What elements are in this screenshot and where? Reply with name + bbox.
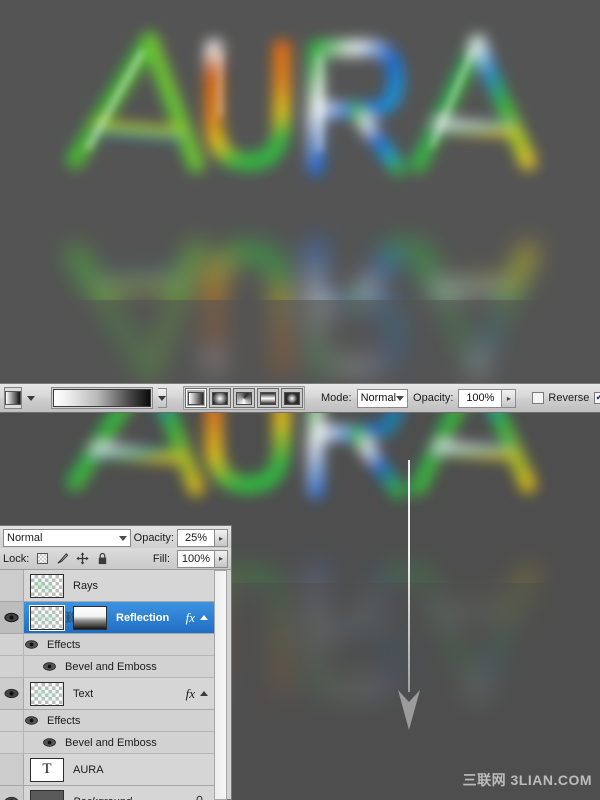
- collapse-effects-chevron-text[interactable]: [200, 691, 208, 696]
- layer-opacity-label: Opacity:: [133, 532, 174, 544]
- radial-gradient-button[interactable]: [209, 388, 231, 408]
- gradient-preview-swatch[interactable]: [53, 389, 151, 407]
- layer-blend-mode-select[interactable]: Normal: [3, 529, 131, 547]
- reverse-checkbox-item[interactable]: Reverse: [532, 392, 589, 404]
- effect-label-bevel-text: Bevel and Emboss: [65, 736, 157, 749]
- layer-thumbnail-rays[interactable]: [30, 573, 64, 598]
- opacity-input[interactable]: 100%: [458, 388, 503, 408]
- effect-row-bevel-reflection[interactable]: Bevel and Emboss: [0, 656, 214, 678]
- visibility-toggle-rays[interactable]: [0, 570, 24, 601]
- reverse-label: Reverse: [548, 392, 590, 404]
- gradient-drag-line: [408, 460, 410, 692]
- effect-row-bevel-text[interactable]: Bevel and Emboss: [0, 732, 214, 754]
- reflected-gradient-button[interactable]: [257, 388, 279, 408]
- layer-name-aura: AURA: [73, 763, 104, 776]
- layer-row-aura[interactable]: T AURA: [0, 754, 214, 786]
- layer-row-text[interactable]: Text fx: [0, 678, 214, 710]
- eye-icon[interactable]: [24, 715, 39, 726]
- lock-all-padlock-icon[interactable]: [96, 552, 109, 565]
- tool-preset-chevron-down-icon[interactable]: [27, 395, 35, 401]
- diamond-gradient-button[interactable]: [281, 388, 303, 408]
- layers-panel-lock-row[interactable]: Lock: Fill: 100% ▸: [0, 548, 231, 570]
- layer-name-reflection: Reflection: [116, 611, 170, 624]
- watermark: 三联网 3LIAN.COM: [462, 772, 592, 788]
- lock-image-pixels-brush-icon[interactable]: [56, 552, 69, 565]
- layer-fill-chevron-icon[interactable]: ▸: [215, 549, 228, 568]
- layer-blend-mode-value: Normal: [7, 532, 43, 544]
- eye-icon[interactable]: [42, 661, 57, 672]
- fx-badge-reflection[interactable]: fx: [186, 610, 195, 626]
- reverse-checkbox[interactable]: [532, 392, 545, 404]
- linear-gradient-button[interactable]: [185, 388, 207, 408]
- layer-row-rays[interactable]: Rays: [0, 570, 214, 602]
- layer-thumbnail-aura-type[interactable]: T: [30, 757, 64, 782]
- layer-name-rays: Rays: [73, 579, 99, 592]
- opacity-slider-chevron-icon[interactable]: ▸: [502, 388, 517, 408]
- layer-name-text: Text: [73, 687, 94, 700]
- eye-icon: [4, 796, 19, 800]
- opacity-label: Opacity:: [413, 392, 454, 404]
- layer-fill-input[interactable]: 100%: [177, 549, 215, 568]
- fill-label: Fill:: [152, 552, 170, 565]
- layer-name-background: Background: [73, 796, 192, 800]
- layer-thumbnail-reflection[interactable]: [29, 604, 65, 631]
- eye-icon[interactable]: [24, 639, 39, 650]
- gradient-preview-picker[interactable]: [51, 387, 153, 409]
- lock-label: Lock:: [3, 552, 30, 565]
- gradient-type-group[interactable]: [183, 386, 305, 410]
- layer-thumbnail-background[interactable]: [30, 789, 64, 800]
- effects-row-text[interactable]: Effects: [0, 710, 214, 732]
- gradient-tool-preset-icon[interactable]: [4, 387, 22, 409]
- chevron-down-icon: [396, 395, 405, 401]
- eye-icon: [4, 612, 19, 623]
- canvas-top-artwork[interactable]: [0, 0, 600, 383]
- type-layer-t-icon: T: [42, 761, 52, 777]
- chevron-down-icon: [118, 535, 127, 541]
- visibility-toggle-background[interactable]: [0, 786, 24, 800]
- visibility-toggle-reflection[interactable]: [0, 602, 24, 633]
- mode-label: Mode:: [321, 392, 352, 404]
- blend-mode-value: Normal: [360, 392, 397, 404]
- layer-locked-padlock-icon: [192, 795, 206, 800]
- layers-panel-scrollbar[interactable]: [214, 570, 227, 800]
- lock-transparent-pixels-icon[interactable]: [36, 552, 49, 565]
- aura-artwork-top: [0, 31, 600, 383]
- fx-badge-text[interactable]: fx: [186, 686, 195, 702]
- visibility-toggle-aura[interactable]: [0, 754, 24, 785]
- gradient-tool-options-bar[interactable]: Mode: Normal Opacity: 100% ▸ Reverse: [0, 383, 600, 413]
- effect-label-bevel-reflection: Bevel and Emboss: [65, 660, 157, 673]
- layers-panel[interactable]: Normal Opacity: 25% ▸ Lock: Fill: 100% ▸: [0, 525, 232, 800]
- dither-checkbox[interactable]: [594, 392, 600, 404]
- gradient-drag-arrowhead: [398, 690, 420, 730]
- layer-row-reflection[interactable]: ⛓ Reflection fx: [0, 602, 214, 634]
- visibility-toggle-text[interactable]: [0, 678, 24, 709]
- layer-opacity-chevron-icon[interactable]: ▸: [215, 529, 228, 547]
- collapse-effects-chevron-reflection[interactable]: [200, 615, 208, 620]
- angle-gradient-button[interactable]: [233, 388, 255, 408]
- blend-mode-select[interactable]: Normal: [356, 388, 409, 408]
- layer-mask-link-icon[interactable]: ⛓: [64, 611, 78, 624]
- layer-opacity-input[interactable]: 25%: [177, 529, 215, 547]
- effects-label-reflection: Effects: [47, 638, 81, 651]
- effects-row-reflection[interactable]: Effects: [0, 634, 214, 656]
- layer-row-background[interactable]: Background: [0, 786, 214, 800]
- layer-mask-thumbnail-reflection[interactable]: [73, 605, 107, 630]
- gradient-picker-chevron-down-icon[interactable]: [158, 388, 167, 408]
- layers-panel-blend-row[interactable]: Normal Opacity: 25% ▸: [0, 526, 231, 548]
- layer-list[interactable]: Rays ⛓ Reflection fx Effects Bevel and E…: [0, 570, 214, 800]
- eye-icon: [4, 688, 19, 699]
- eye-icon[interactable]: [42, 737, 57, 748]
- effects-label-text: Effects: [47, 714, 81, 727]
- lock-position-move-icon[interactable]: [76, 552, 89, 565]
- layer-thumbnail-text[interactable]: [30, 681, 64, 706]
